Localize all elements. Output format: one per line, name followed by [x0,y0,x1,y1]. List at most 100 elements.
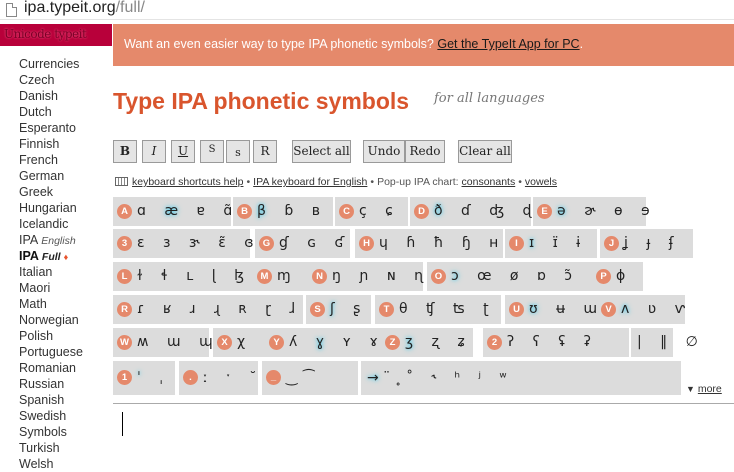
ipa-symbol-list[interactable]: ɫ ɬ ʟ ɭ ɮ [137,267,251,285]
url-text[interactable]: ipa.typeit.org/full/ [24,0,145,17]
key-group-i[interactable]: Iɪ ɪ̈ ɨ [505,229,597,258]
ipa-symbol-list[interactable]: ɸ [616,267,632,285]
remove-format-button[interactable]: R [253,140,277,163]
ipa-symbol-list[interactable]: ː ˑ ˘ [203,369,263,387]
shortcuts-link[interactable]: keyboard shortcuts help [132,176,243,188]
key-group-l[interactable]: Lɫ ɬ ʟ ɭ ɮ [113,262,260,291]
key-group-o[interactable]: Oɔ œ ø ɒ ɔ̃ [427,262,593,291]
sidebar-item-norwegian[interactable]: Norwegian [0,312,112,328]
ipa-symbol-list[interactable]: ɪ ɪ̈ ɨ [529,234,587,252]
sidebar-item-ipa-full[interactable]: IPA Full ♦ [0,248,112,264]
sidebar-item-danish[interactable]: Danish [0,88,112,104]
key-group-misc[interactable]: | ‖ ∅ [631,328,698,357]
underline-button[interactable]: U [171,140,195,163]
sidebar-item-portuguese[interactable]: Portuguese [0,344,112,360]
sidebar-item-spanish[interactable]: Spanish [0,392,112,408]
sidebar-item-turkish[interactable]: Turkish [0,440,112,456]
ipa-english-link[interactable]: IPA keyboard for English [253,176,367,188]
sidebar-item-icelandic[interactable]: Icelandic [0,216,112,232]
key-group-y[interactable]: Yʎ ɣ ʏ ɤ [265,328,388,357]
key-group-s[interactable]: Sʃ ʂ [306,295,371,324]
sidebar-item-polish[interactable]: Polish [0,328,112,344]
ipa-symbol-list[interactable]: ç ɕ [359,202,400,220]
superscript-button[interactable]: S [200,140,224,163]
sidebar-item-greek[interactable]: Greek [0,184,112,200]
ipa-symbol-list[interactable]: ˈ ˌ [137,369,170,387]
site-logo[interactable]: Unicode typeit [0,24,112,46]
key-group-u[interactable]: Uʊ ʉ ɯ [505,295,599,324]
key-group-a[interactable]: Aɑ æ ɐ ɑ̃ [113,197,232,226]
sidebar-item-currencies[interactable]: Currencies [0,56,112,72]
subscript-button[interactable]: s [226,140,250,163]
ipa-symbol-list[interactable]: → ̈ ̥ ̊ ˞ ʰ ʲ ʷ [367,369,514,387]
key-group-d[interactable]: Dð ɗ ʤ ɖ ɗ [410,197,560,226]
ipa-symbol-list[interactable]: ɔ œ ø ɒ ɔ̃ [451,267,579,285]
consonants-link[interactable]: consonants [462,176,516,188]
sidebar-item-italian[interactable]: Italian [0,264,112,280]
ipa-symbol-list[interactable]: ʍ ɯ ɰ [137,333,220,351]
more-link[interactable]: ▼ more [686,383,722,395]
ipa-symbol-list[interactable]: ɠ ɢ ʛ [279,234,351,252]
key-group-.[interactable]: .ː ˑ ˘ [179,361,258,395]
key-group-2[interactable]: 2 ʔ ʕ ʢ ʡ [483,328,629,357]
address-bar[interactable]: ipa.typeit.org/full/ [0,0,734,20]
sidebar-item-french[interactable]: French [0,152,112,168]
ipa-symbol-list[interactable]: β ɓ ʙ [257,202,327,220]
sidebar-item-dutch[interactable]: Dutch [0,104,112,120]
sidebar-item-hungarian[interactable]: Hungarian [0,200,112,216]
bold-button[interactable]: B [113,140,137,163]
vowels-link[interactable]: vowels [525,176,557,188]
select-all-button[interactable]: Select all [292,140,351,163]
ipa-symbol-list[interactable]: ŋ ɲ ɴ ɳ [332,267,430,285]
key-group-m[interactable]: Mɱ [253,262,313,291]
italic-button[interactable]: I [142,140,166,163]
sidebar-item-math[interactable]: Math [0,296,112,312]
sidebar-item-esperanto[interactable]: Esperanto [0,120,112,136]
key-group-p[interactable]: Pɸ [592,262,643,291]
sidebar-item-swedish[interactable]: Swedish [0,408,112,424]
key-group-g[interactable]: Gɠ ɢ ʛ [255,229,350,258]
key-group-h[interactable]: Hɥ ɦ ħ ɧ ʜ [355,229,503,258]
ipa-symbol-list[interactable]: | ‖ ∅ [637,333,705,351]
ipa-symbol-list[interactable]: ə ɚ ɵ ɘ [557,202,657,220]
ipa-text-area[interactable] [113,403,734,467]
ipa-symbol-list[interactable]: θ ʧ ʦ ʈ [399,300,496,318]
key-group-c[interactable]: Cç ɕ [335,197,408,226]
key-group-t[interactable]: Tθ ʧ ʦ ʈ [375,295,501,324]
ipa-symbol-list[interactable]: ɑ æ ɐ ɑ̃ [137,202,239,220]
sidebar-item-welsh[interactable]: Welsh [0,456,112,472]
key-group-w[interactable]: Wʍ ɯ ɰ [113,328,213,357]
ipa-symbol-list[interactable]: ɾ ʁ ɹ ɻ ʀ ɽ ɺ [137,300,302,318]
ipa-symbol-list[interactable]: ʃ ʂ [330,300,367,318]
ipa-symbol-list[interactable]: ‿ ͡ [286,369,316,387]
key-group-1[interactable]: 1 ˈ ˌ [113,361,175,395]
ipa-symbol-list[interactable]: ʎ ɣ ʏ ɤ [289,333,385,351]
sidebar-item-maori[interactable]: Maori [0,280,112,296]
sidebar-item-czech[interactable]: Czech [0,72,112,88]
ipa-symbol-list[interactable]: ɛ ɜ ɝ ɛ̃ ɞ [137,234,261,252]
ipa-symbol-list[interactable]: ʒ ʐ ʑ [405,333,472,351]
clear-all-button[interactable]: Clear all [458,140,512,163]
key-group-e[interactable]: Eə ɚ ɵ ɘ [533,197,650,226]
sidebar-item-ipa-english[interactable]: IPA English [0,232,112,248]
key-group-_[interactable]: _ ‿ ͡ [262,361,358,395]
ipa-symbol-list[interactable]: ʊ ʉ ɯ [529,300,604,318]
key-group-3[interactable]: 3ɛ ɜ ɝ ɛ̃ ɞ [113,229,254,258]
redo-button[interactable]: Redo [405,140,445,163]
ipa-symbol-list[interactable]: ʌ ʋ ⱱ [621,300,692,318]
sidebar-item-romanian[interactable]: Romanian [0,360,112,376]
key-group-v[interactable]: Vʌ ʋ ⱱ [597,295,685,324]
key-group-b[interactable]: Bβ ɓ ʙ [233,197,333,226]
sidebar-item-symbols[interactable]: Symbols [0,424,112,440]
promo-link[interactable]: Get the TypeIt App for PC [437,37,579,51]
undo-button[interactable]: Undo [363,140,405,163]
ipa-symbol-list[interactable]: ʔ ʕ ʢ ʡ [507,333,598,351]
key-group-r[interactable]: Rɾ ʁ ɹ ɻ ʀ ɽ ɺ [113,295,303,324]
ipa-symbol-list[interactable]: χ [237,333,252,351]
ipa-symbol-list[interactable]: ɥ ɦ ħ ɧ ʜ [379,234,505,252]
sidebar-item-russian[interactable]: Russian [0,376,112,392]
key-group-z[interactable]: Zʒ ʐ ʑ [381,328,473,357]
key-group-misc[interactable]: → ̈ ̥ ̊ ˞ ʰ ʲ ʷ [361,361,681,395]
ipa-symbol-list[interactable]: ɱ [277,267,298,285]
key-group-n[interactable]: Nŋ ɲ ɴ ɳ [308,262,423,291]
